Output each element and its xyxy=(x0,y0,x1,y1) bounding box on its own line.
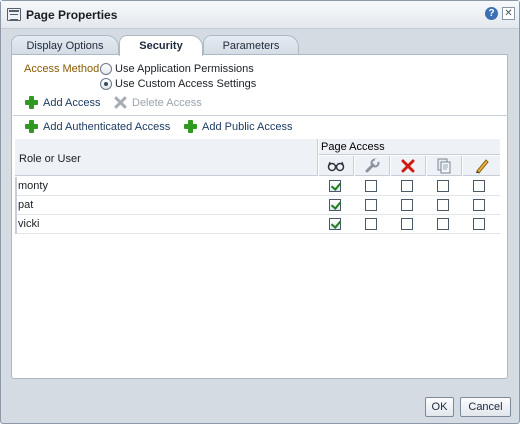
tab-security[interactable]: Security xyxy=(119,35,203,56)
delete-access-label: Delete Access xyxy=(132,96,202,109)
tab-label: Display Options xyxy=(26,40,104,52)
add-plus-icon xyxy=(25,120,38,133)
view-checkbox[interactable] xyxy=(329,199,341,211)
table-row[interactable]: monty xyxy=(15,177,500,196)
create-copy-icon xyxy=(437,158,451,174)
delete-x-icon xyxy=(401,159,415,173)
row-marker xyxy=(15,177,17,196)
edit-checkbox[interactable] xyxy=(473,180,485,192)
role-name: pat xyxy=(18,199,34,211)
row-marker xyxy=(15,196,17,215)
tab-strip: Display Options Security Parameters xyxy=(11,35,511,56)
cancel-label: Cancel xyxy=(468,401,503,413)
cancel-button[interactable]: Cancel xyxy=(460,397,511,417)
radio-application-permissions[interactable]: Use Application Permissions xyxy=(100,62,254,76)
dialog-titlebar[interactable]: Page Properties ? ✕ xyxy=(1,1,519,29)
help-icon[interactable]: ? xyxy=(485,7,498,20)
manage-checkbox[interactable] xyxy=(365,218,377,230)
create-checkbox[interactable] xyxy=(437,199,449,211)
tab-display-options[interactable]: Display Options xyxy=(11,35,119,55)
ok-button[interactable]: OK xyxy=(425,397,454,417)
delete-checkbox[interactable] xyxy=(401,218,413,230)
radio-label: Use Custom Access Settings xyxy=(115,78,257,90)
radio-label: Use Application Permissions xyxy=(115,63,254,75)
add-plus-icon xyxy=(184,120,197,133)
role-name: monty xyxy=(18,180,48,192)
radio-button[interactable] xyxy=(100,63,112,75)
create-permission-header xyxy=(427,156,462,176)
view-checkbox[interactable] xyxy=(329,180,341,192)
security-panel: Access Method Use Application Permission… xyxy=(11,54,508,379)
column-header-page-access: Page Access xyxy=(319,139,500,155)
page-properties-icon xyxy=(7,8,21,21)
manage-permission-header xyxy=(355,156,390,176)
create-checkbox[interactable] xyxy=(437,180,449,192)
add-public-access-label: Add Public Access xyxy=(202,120,293,133)
access-method-label: Access Method xyxy=(24,63,100,75)
edit-permission-header xyxy=(463,156,500,176)
column-header-role[interactable]: Role or User xyxy=(15,139,318,176)
tab-label: Security xyxy=(139,40,183,52)
tab-parameters[interactable]: Parameters xyxy=(203,35,299,55)
add-plus-icon xyxy=(25,96,38,109)
edit-pencil-icon xyxy=(475,159,489,174)
edit-checkbox[interactable] xyxy=(473,218,485,230)
view-permission-header xyxy=(319,156,354,176)
radio-custom-access-settings[interactable]: Use Custom Access Settings xyxy=(100,77,256,91)
manage-wrench-icon xyxy=(365,158,380,173)
dialog-title: Page Properties xyxy=(26,8,118,22)
close-icon[interactable]: ✕ xyxy=(502,7,515,20)
page-access-header: Page Access xyxy=(321,141,385,153)
delete-checkbox[interactable] xyxy=(401,199,413,211)
add-access-label: Add Access xyxy=(43,96,101,109)
radio-button-selected[interactable] xyxy=(100,78,112,90)
delete-permission-header xyxy=(391,156,426,176)
role-name: vicki xyxy=(18,218,40,230)
page-properties-dialog: Page Properties ? ✕ Display Options Secu… xyxy=(0,0,520,424)
delete-x-icon xyxy=(114,96,127,109)
table-row[interactable]: vicki xyxy=(15,215,500,234)
tab-label: Parameters xyxy=(222,40,280,52)
view-checkbox[interactable] xyxy=(329,218,341,230)
manage-checkbox[interactable] xyxy=(365,199,377,211)
edit-checkbox[interactable] xyxy=(473,199,485,211)
table-row[interactable]: pat xyxy=(15,196,500,215)
manage-checkbox[interactable] xyxy=(365,180,377,192)
ok-label: OK xyxy=(431,401,448,413)
delete-access-button[interactable]: Delete Access xyxy=(114,96,202,109)
toolbar-divider xyxy=(13,115,508,116)
role-or-user-header: Role or User xyxy=(19,153,81,165)
add-authenticated-access-label: Add Authenticated Access xyxy=(43,120,171,133)
add-authenticated-access-button[interactable]: Add Authenticated Access xyxy=(25,120,170,133)
delete-checkbox[interactable] xyxy=(401,180,413,192)
add-access-button[interactable]: Add Access xyxy=(25,96,100,109)
add-public-access-button[interactable]: Add Public Access xyxy=(184,120,293,133)
create-checkbox[interactable] xyxy=(437,218,449,230)
row-marker xyxy=(15,215,17,234)
view-glasses-icon xyxy=(327,161,345,172)
